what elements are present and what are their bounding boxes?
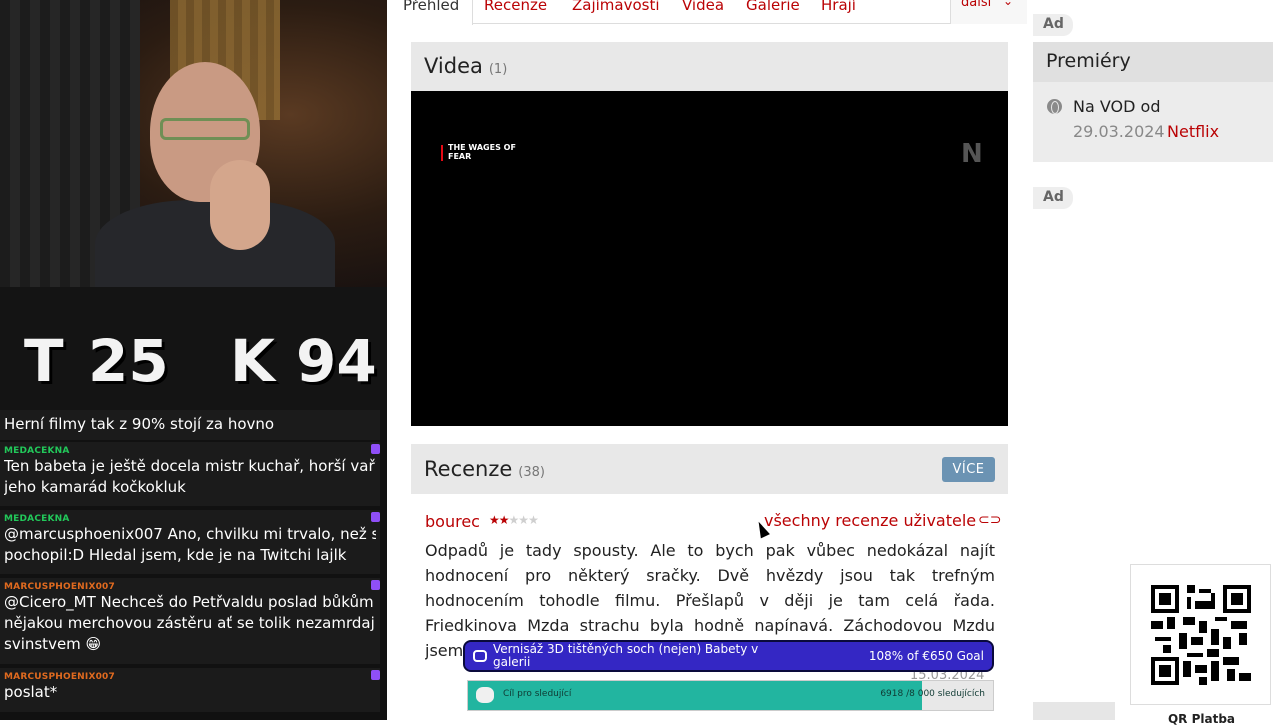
chevron-down-icon: ⌄: [1003, 0, 1014, 8]
star-icon: ★: [489, 513, 500, 527]
reviews-title-text: Recenze: [424, 457, 513, 481]
score-display: T 25 K 94: [0, 287, 387, 410]
qr-panel: QR Platba: [1115, 548, 1280, 726]
chat-message: MARCUSPHOENIX007 @Cicero_MT Nechceš do P…: [0, 578, 380, 664]
qr-frame: QR Platba: [1130, 564, 1271, 726]
star-icon: ★: [528, 513, 539, 527]
vod-service-link[interactable]: Netflix: [1167, 122, 1219, 141]
k-score-label: K: [230, 327, 275, 395]
heart-hand-icon: [476, 687, 494, 703]
link-icon[interactable]: ⊂⊃: [978, 512, 1001, 528]
star-icon: ★: [498, 513, 510, 527]
chat-message: Herní filmy tak z 90% stojí za hovno: [0, 410, 380, 440]
chat-badge-icon: [371, 444, 380, 454]
t-score-label: T: [24, 327, 64, 395]
gift-icon: [473, 650, 487, 662]
reviews-title: Recenze (38): [424, 457, 545, 481]
tab-gallery[interactable]: Galerie: [746, 0, 800, 14]
premieres-title: Premiéry: [1046, 50, 1131, 72]
video-title-card: THE WAGES OF FEAR: [448, 143, 516, 161]
all-user-reviews-link[interactable]: všechny recenze uživatele: [764, 511, 976, 530]
stream-panel: T 25 K 94 Herní filmy tak z 90% stojí za…: [0, 0, 387, 720]
tab-videos[interactable]: Videa: [682, 0, 724, 14]
globe-icon: [1047, 99, 1062, 114]
premieres-header: Premiéry: [1033, 42, 1273, 82]
videos-title-text: Videa: [424, 54, 483, 78]
qr-label: QR Platba: [1167, 712, 1236, 726]
ad-label: Ad: [1033, 187, 1073, 209]
tab-trivia[interactable]: Zajímavosti: [572, 0, 660, 14]
film-tabs: Přehled Recenze Zajímavosti Videa Galeri…: [387, 0, 1027, 25]
chat-message-text: poslat*: [4, 683, 58, 701]
tab-more[interactable]: další ⌄: [950, 0, 1027, 24]
chat-message-text: Ten babeta je ještě docela mistr kuchař,…: [4, 457, 376, 475]
tab-overview[interactable]: Přehled: [403, 0, 459, 14]
videos-count: (1): [488, 62, 508, 77]
chat-panel: Herní filmy tak z 90% stojí za hovno MED…: [0, 410, 387, 720]
star-icon: ★: [518, 513, 529, 527]
follower-goal-title: Cíl pro sledující: [503, 689, 572, 699]
premieres-box: Premiéry Na VOD od 29.03.2024 Netflix: [1033, 42, 1273, 162]
chat-message-text: pochopil:D Hledal jsem, kde je na Twitch…: [4, 546, 347, 564]
chat-message-text: @Cicero_MT Nechceš do Petřvaldu poslad b…: [4, 593, 376, 611]
reviews-count: (38): [518, 465, 545, 480]
donation-goal-amount: 108% of €650 Goal: [868, 649, 984, 663]
reviews-header: Recenze (38): [411, 444, 1008, 494]
chat-badge-icon: [371, 580, 380, 590]
tab-cast[interactable]: Hrají: [821, 0, 856, 14]
streamer-hand: [210, 160, 270, 250]
donation-goal-title: Vernisáž 3D tištěných soch (nejen) Babet…: [493, 642, 759, 669]
chat-username: MARCUSPHOENIX007: [4, 582, 115, 592]
follower-goal-bar: Cíl pro sledující 6918 /8 000 sledujícíc…: [467, 680, 994, 711]
ad-label: Ad: [1033, 14, 1073, 36]
chat-badge-icon: [371, 670, 380, 680]
video-title-bar: [441, 145, 443, 161]
chat-message: MARCUSPHOENIX007 poslat*: [0, 668, 380, 712]
chat-message-text: @marcusphoenix007 Ano, chvilku mi trvalo…: [4, 525, 376, 543]
vod-date: 29.03.2024: [1073, 122, 1165, 141]
follower-goal-count: 6918 /8 000 sledujících: [880, 689, 985, 699]
chat-username: MARCUSPHOENIX007: [4, 672, 115, 682]
more-reviews-button[interactable]: VÍCE: [942, 457, 995, 482]
chat-message-text: Herní filmy tak z 90% stojí za hovno: [4, 415, 275, 433]
video-player[interactable]: THE WAGES OF FEAR N: [411, 91, 1008, 426]
videos-title: Videa (1): [424, 54, 507, 78]
review-username[interactable]: bourec: [425, 512, 480, 531]
donation-goal-bar: Vernisáž 3D tištěných soch (nejen) Babet…: [463, 640, 994, 672]
vod-label: Na VOD od: [1073, 97, 1161, 116]
k-score-value: 94: [296, 327, 377, 395]
review-rating-stars: ★★★★★: [489, 513, 539, 527]
chat-message-text: svinstvem 😁: [4, 635, 102, 653]
glasses: [160, 118, 250, 140]
t-score-value: 25: [88, 327, 169, 395]
videos-header: Videa (1): [411, 42, 1008, 91]
chat-username: MEDACEKNA: [4, 514, 70, 524]
chat-username: MEDACEKNA: [4, 446, 70, 456]
chat-badge-icon: [371, 512, 380, 522]
netflix-logo-icon: N: [961, 139, 983, 169]
tab-more-label: další: [961, 0, 992, 10]
star-icon: ★: [508, 513, 520, 527]
chat-message: MEDACEKNA @marcusphoenix007 Ano, chvilku…: [0, 510, 380, 574]
chat-message: MEDACEKNA Ten babeta je ještě docela mis…: [0, 442, 380, 506]
qr-code-icon: [1151, 585, 1251, 685]
webcam-feed: [0, 0, 387, 287]
chat-message-text: jeho kamarád kočkokluk: [4, 478, 186, 496]
tab-reviews[interactable]: Recenze: [484, 0, 547, 14]
sidebar-box-header: [1033, 702, 1115, 720]
chat-message-text: nějakou merchovou zástěru ať se tolik ne…: [4, 614, 376, 632]
